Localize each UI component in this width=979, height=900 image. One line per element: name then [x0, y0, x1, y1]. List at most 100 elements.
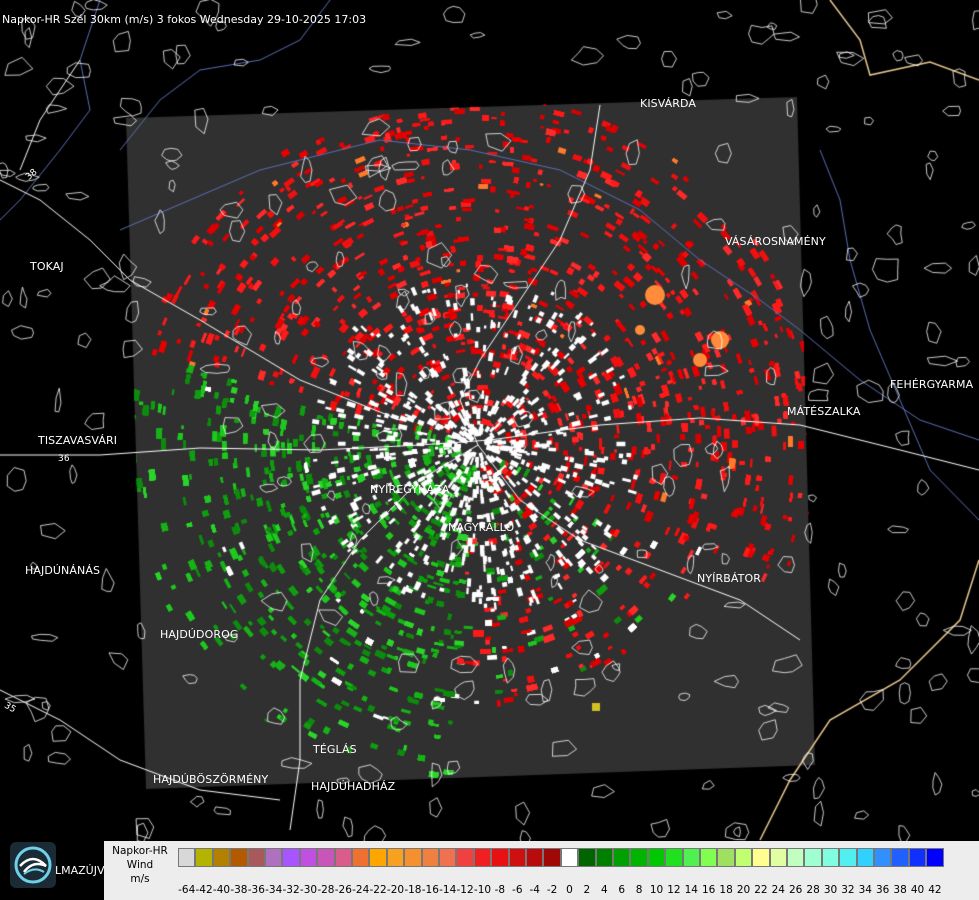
- legend-tick: -4: [529, 884, 540, 896]
- legend-swatch: [352, 848, 370, 867]
- legend-swatch: [265, 848, 283, 867]
- legend-tick: 22: [754, 884, 768, 896]
- legend-tick: 14: [684, 884, 698, 896]
- legend-tick: 16: [702, 884, 716, 896]
- city-label-nyiregyhaza: NYÍREGYHÁZA: [370, 483, 450, 496]
- legend-tick: -12: [456, 884, 474, 896]
- legend-swatch: [560, 848, 579, 867]
- legend-tick: -36: [247, 884, 265, 896]
- legend-tick: -18: [404, 884, 422, 896]
- legend-swatch: [665, 848, 683, 867]
- legend-swatch: [856, 848, 874, 867]
- legend-line-1: Napkor-HR: [112, 845, 168, 857]
- legend-swatch: [647, 848, 666, 867]
- logo-icon: [10, 842, 56, 888]
- city-label-nagykallo: NAGYKÁLLÓ: [448, 521, 515, 534]
- legend-swatch: [613, 848, 631, 867]
- legend-swatch: [769, 848, 787, 867]
- legend-tick: 2: [583, 884, 591, 896]
- legend-swatch: [700, 848, 718, 867]
- city-label-hajduhadhaz: HAJDÚHADHÁZ: [311, 780, 396, 793]
- legend-swatch: [369, 848, 387, 867]
- legend-tick: -26: [334, 884, 352, 896]
- legend-line-2: Wind: [126, 859, 154, 871]
- legend-tick: 20: [736, 884, 751, 896]
- legend-swatch: [212, 848, 231, 867]
- legend-swatch: [926, 848, 944, 867]
- legend-swatch: [491, 848, 509, 867]
- legend-tick: -20: [386, 884, 405, 896]
- map-title: Napkor-HR Szél 30km (m/s) 3 fokos Wednes…: [2, 13, 367, 26]
- legend-tick: -24: [352, 884, 370, 896]
- legend-tick: -6: [512, 884, 523, 896]
- legend-label: Napkor-HR Wind m/s: [104, 844, 176, 886]
- legend-tick: -64: [178, 884, 196, 896]
- legend-unit: m/s: [130, 873, 150, 885]
- legend-tick: -2: [546, 884, 558, 896]
- legend-swatch: [717, 848, 735, 867]
- legend-swatch: [821, 848, 840, 867]
- legend-swatch: [334, 848, 352, 867]
- legend-tick: 36: [876, 884, 890, 896]
- legend-tick: 38: [893, 884, 907, 896]
- legend-tick: -14: [439, 884, 457, 896]
- legend-swatch: [317, 848, 335, 867]
- legend-swatch: [456, 848, 474, 867]
- legend-swatch: [787, 848, 805, 867]
- city-label-tiszavasvari: TISZAVASVÁRI: [38, 434, 118, 447]
- legend-tick: -34: [265, 884, 283, 896]
- city-label-vasarosnameny: VÁSÁROSNAMÉNY: [725, 235, 826, 248]
- legend-swatch: [543, 848, 561, 867]
- legend-tick: -28: [317, 884, 335, 896]
- legend-tick: 8: [635, 884, 643, 896]
- legend-swatch: [874, 848, 892, 867]
- legend-tick: 40: [910, 884, 925, 896]
- legend-swatch: [839, 848, 857, 867]
- city-label-hajdunanas: HAJDÚNÁNÁS: [25, 564, 101, 577]
- legend-swatch: [908, 848, 927, 867]
- road-number-36: 36: [58, 454, 70, 464]
- legend-swatch: [439, 848, 457, 867]
- legend-tick: 26: [789, 884, 803, 896]
- legend-tick: 30: [823, 884, 838, 896]
- legend-swatch: [752, 848, 770, 867]
- legend-swatch: [508, 848, 526, 867]
- legend-tick: -10: [473, 884, 492, 896]
- legend-tick: 0: [566, 884, 573, 896]
- legend-swatch: [386, 848, 405, 867]
- legend-tick: -42: [195, 884, 213, 896]
- legend-tick: -8: [494, 884, 506, 896]
- city-label-fehergyarmat: FEHÉRGYARMA: [890, 378, 974, 391]
- legend-swatch: [804, 848, 822, 867]
- legend-tick: 28: [806, 884, 820, 896]
- legend-tick: 6: [618, 884, 626, 896]
- legend-swatch: [630, 848, 648, 867]
- legend-swatch: [891, 848, 909, 867]
- legend-swatch: [282, 848, 300, 867]
- legend-tick: -22: [369, 884, 387, 896]
- legend-tick: 42: [928, 884, 942, 896]
- legend-swatch: [195, 848, 213, 867]
- city-label-mateszalka: MÁTÉSZALKA: [787, 405, 861, 418]
- legend-tick: 34: [858, 884, 872, 896]
- city-label-nyirbator: NYÍRBÁTOR: [697, 572, 761, 585]
- legend-tick: 18: [719, 884, 733, 896]
- legend-swatch: [230, 848, 248, 867]
- legend-swatch: [526, 848, 544, 867]
- legend-swatch: [578, 848, 596, 867]
- legend-swatch: [404, 848, 422, 867]
- legend-swatch: [247, 848, 265, 867]
- legend-swatch: [299, 848, 318, 867]
- legend-tick: -38: [230, 884, 248, 896]
- legend-tick: 10: [649, 884, 664, 896]
- city-label-tokaj: TOKAJ: [30, 260, 64, 273]
- city-label-kisvarda: KISVÁRDA: [640, 97, 697, 110]
- legend-tick: 24: [771, 884, 785, 896]
- legend-swatch: [734, 848, 753, 867]
- legend-tick: 4: [600, 884, 608, 896]
- legend-tick: -32: [282, 884, 300, 896]
- legend-tick: -40: [212, 884, 231, 896]
- legend-swatch: [595, 848, 613, 867]
- color-legend: Napkor-HR Wind m/s -64 -42 -40 -38 -36 -34 -32…: [104, 841, 979, 900]
- legend-swatch: [178, 848, 196, 867]
